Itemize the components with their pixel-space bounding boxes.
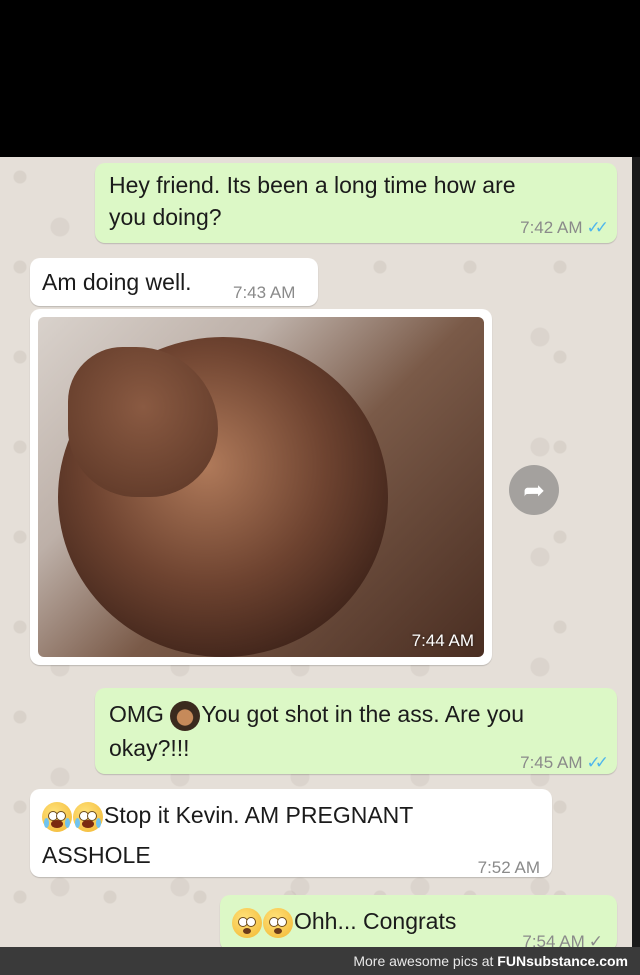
message-text-line2: ASSHOLE bbox=[42, 842, 151, 868]
message-text-line1: Hey friend. Its been a long time how are bbox=[109, 172, 516, 198]
woman-emoji-icon bbox=[170, 700, 201, 731]
right-edge-strip bbox=[632, 157, 640, 947]
message-time: 7:52 AM bbox=[477, 858, 540, 877]
message-incoming-photo[interactable]: 7:44 AM bbox=[30, 309, 492, 665]
message-suffix: You got shot in the ass. Are you bbox=[201, 701, 524, 727]
read-ticks-icon: ✓✓ bbox=[586, 218, 609, 237]
message-text-content: Ohh... Congrats bbox=[294, 908, 457, 934]
forward-arrow-icon[interactable]: ➦ bbox=[509, 465, 559, 515]
message-text-line2: you doing? bbox=[109, 204, 222, 230]
footer-text: More awesome pics at bbox=[353, 953, 494, 969]
crying-emoji-icon bbox=[73, 801, 103, 832]
read-ticks-icon: ✓✓ bbox=[586, 753, 609, 772]
message-time: 7:45 AM bbox=[520, 753, 583, 772]
message-outgoing-4[interactable]: OMG You got shot in the ass. Are you oka… bbox=[95, 688, 617, 774]
message-outgoing-6[interactable]: Ohh... Congrats 7:54 AM ✓ bbox=[220, 895, 617, 951]
message-text: Am doing well. bbox=[42, 269, 192, 295]
message-text: Ohh... Congrats bbox=[232, 905, 456, 938]
message-time: 7:43 AM bbox=[233, 283, 296, 302]
photo-image[interactable] bbox=[38, 317, 484, 657]
message-outgoing-1[interactable]: Hey friend. Its been a long time how are… bbox=[95, 163, 617, 243]
top-black-bar bbox=[0, 0, 640, 157]
message-text-line1: OMG You got shot in the ass. Are you bbox=[109, 698, 524, 731]
message-text-line1: Stop it Kevin. AM PREGNANT bbox=[42, 799, 413, 832]
flushed-emoji-icon bbox=[232, 907, 262, 938]
flushed-emoji-icon bbox=[263, 907, 293, 938]
crying-emoji-icon bbox=[42, 801, 72, 832]
watermark-footer: More awesome pics at FUNsubstance.com bbox=[0, 947, 640, 975]
message-time: 7:44 AM bbox=[411, 631, 474, 650]
footer-brand: FUNsubstance.com bbox=[497, 953, 628, 969]
message-meta: 7:42 AM ✓✓ bbox=[520, 211, 609, 244]
message-prefix: OMG bbox=[109, 701, 164, 727]
message-meta: 7:45 AM ✓✓ bbox=[520, 746, 609, 779]
message-incoming-2[interactable]: Am doing well. 7:43 AM bbox=[30, 258, 318, 306]
message-incoming-5[interactable]: Stop it Kevin. AM PREGNANT ASSHOLE 7:52 … bbox=[30, 789, 552, 877]
message-text-line2: okay?!!! bbox=[109, 735, 190, 761]
message-line1-text: Stop it Kevin. AM PREGNANT bbox=[104, 802, 414, 828]
message-time: 7:42 AM bbox=[520, 218, 583, 237]
